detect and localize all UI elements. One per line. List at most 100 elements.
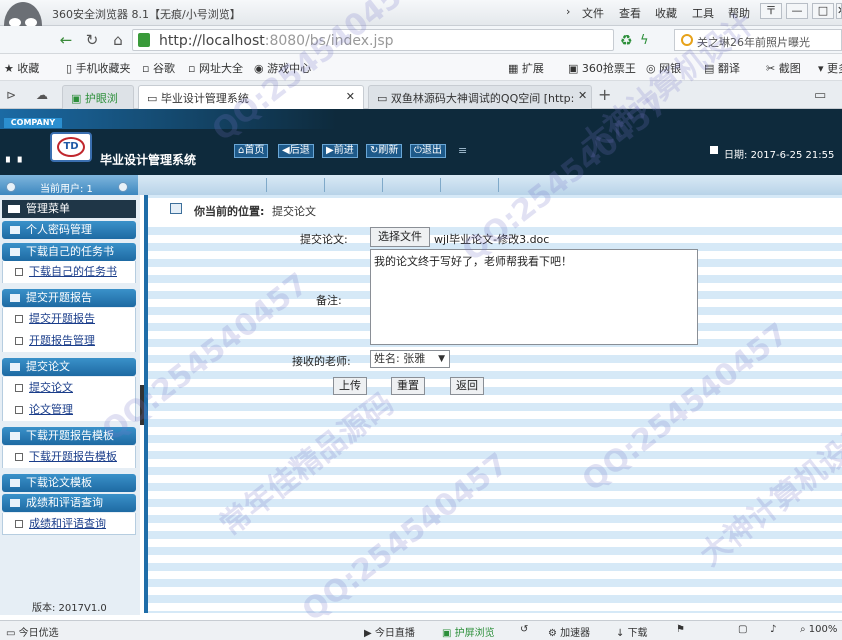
document-icon — [15, 453, 23, 461]
status-label: 今日直播 — [374, 628, 415, 639]
tab-eye-care[interactable]: ▣ 护眼浏览 — [62, 85, 134, 121]
status-label: 护屏浏览 — [454, 628, 495, 639]
logout-button[interactable]: ⏻退出 — [410, 144, 446, 158]
sidebar-item-proposal-manage[interactable]: 开题报告管理 — [2, 330, 136, 352]
search-input[interactable]: 关之琳26年前照片曝光 — [674, 29, 842, 51]
menu-file[interactable]: 文件 — [582, 5, 604, 21]
sidebar-item-download-task-book[interactable]: 下载自己的任务书 — [2, 261, 136, 283]
item-label: 提交论文 — [29, 381, 73, 394]
status-window-icon[interactable]: ▢ — [738, 624, 747, 635]
cloud-icon[interactable]: ☁ — [36, 88, 48, 102]
sidebar-item-download-proposal-template[interactable]: 下载开题报告模板 — [2, 446, 136, 468]
sidebar-group-password[interactable]: 个人密码管理 — [2, 221, 136, 239]
minimize-button[interactable]: — — [786, 3, 808, 19]
menu-tools[interactable]: 工具 — [692, 5, 714, 21]
bookmark-google[interactable]: ▫ 谷歌 — [142, 60, 175, 76]
item-label: 下载开题报告模板 — [29, 450, 117, 463]
bookmark-label: 手机收藏夹 — [75, 62, 131, 75]
sidebar-group-grades[interactable]: 成绩和评语查询 — [2, 494, 136, 512]
close-tab-icon[interactable]: ✕ — [346, 90, 355, 103]
chevron-right-icon[interactable]: › — [566, 5, 570, 18]
group-title: 下载开题报告模板 — [26, 429, 114, 442]
status-speaker-icon[interactable]: ♪ — [770, 624, 776, 635]
item-label: 提交开题报告 — [29, 312, 95, 325]
bookmark-favorites[interactable]: ★ 收藏 — [4, 60, 39, 76]
new-tab-button[interactable]: + — [598, 85, 611, 104]
status-eye-care[interactable]: ▣ 护屏浏览 — [442, 624, 495, 639]
back-arrow-icon[interactable]: ← — [56, 30, 76, 50]
toolbar-label: 网银 — [659, 62, 682, 75]
status-history-icon[interactable]: ↺ — [520, 624, 528, 635]
bookmark-mobile[interactable]: ▯ 手机收藏夹 — [66, 60, 131, 76]
upload-button[interactable]: 上传 — [333, 377, 367, 395]
toolbar-bank[interactable]: ◎ 网银 — [646, 60, 681, 76]
document-icon — [15, 268, 23, 276]
bars-icon: ▖▗ — [6, 152, 22, 163]
maximize-button[interactable]: □ — [812, 3, 834, 19]
group-title: 下载自己的任务书 — [26, 245, 114, 258]
menu-help[interactable]: 帮助 — [728, 5, 750, 21]
sidebar-item-submit-thesis[interactable]: 提交论文 — [2, 377, 136, 399]
bookmark-label: 谷歌 — [152, 62, 175, 75]
close-tab-icon[interactable]: ✕ — [578, 89, 587, 102]
reset-button[interactable]: 重置 — [391, 377, 425, 395]
system-title: 毕业设计管理系统 — [100, 153, 197, 167]
teacher-select[interactable]: 姓名: 张雅 ▼ — [370, 350, 450, 368]
url-input[interactable]: http://localhost:8080/bs/index.jsp — [132, 29, 614, 51]
sidebar-menu-title: 管理菜单 — [2, 200, 136, 218]
toolbar-label: 扩展 — [521, 62, 544, 75]
menu-favorites[interactable]: 收藏 — [655, 5, 677, 21]
toolbar-tickets[interactable]: ▣ 360抢票王 — [568, 60, 636, 76]
sidebar-group-proposal-template[interactable]: 下载开题报告模板 — [2, 427, 136, 445]
toolbar-label: 截图 — [778, 62, 801, 75]
sidebar-group-task-book[interactable]: 下载自己的任务书 — [2, 243, 136, 261]
back-button[interactable]: ◀后退 — [278, 144, 314, 158]
close-button[interactable]: ✕ — [836, 3, 842, 19]
logo-text: TD — [57, 137, 85, 157]
status-accelerator[interactable]: ⚙ 加速器 — [548, 624, 590, 639]
window-icon — [170, 203, 182, 214]
tab-qq-space[interactable]: ▭ 双鱼林源码大神调试的QQ空间 [http: — [368, 85, 592, 109]
page-icon: ▭ — [377, 92, 388, 105]
toolbar-screenshot[interactable]: ✂ 截图 — [766, 60, 801, 76]
toolbar-translate[interactable]: ▤ 翻译 — [704, 60, 740, 76]
document-icon — [15, 406, 23, 414]
file-label: 提交论文: — [300, 233, 348, 246]
lightning-icon[interactable]: ϟ — [640, 33, 649, 48]
toolbar-label: 更多 — [827, 62, 842, 75]
toolbar-extensions[interactable]: ▦ 扩展 — [508, 60, 544, 76]
home-button[interactable]: ⌂首页 — [234, 144, 269, 158]
skin-button[interactable]: 〒 — [760, 3, 782, 19]
sidebar-item-submit-proposal[interactable]: 提交开题报告 — [2, 308, 136, 330]
sidebar-group-thesis-template[interactable]: 下载论文模板 — [2, 474, 136, 492]
choose-file-button[interactable]: 选择文件 — [370, 227, 430, 247]
refresh-icon[interactable]: ↻ — [82, 30, 102, 50]
sidebar-toggle-icon[interactable]: ⊳ — [6, 88, 16, 102]
status-label: 加速器 — [560, 628, 591, 639]
nav-label: 前进 — [333, 145, 354, 156]
bookmark-directory[interactable]: ▫ 网址大全 — [188, 60, 243, 76]
home-icon[interactable]: ⌂ — [108, 30, 128, 50]
refresh-button[interactable]: ↻刷新 — [366, 144, 403, 158]
sidebar-group-proposal[interactable]: 提交开题报告 — [2, 289, 136, 307]
forward-button[interactable]: ▶前进 — [322, 144, 358, 158]
tab-list-icon[interactable]: ▭ — [814, 88, 826, 103]
tab-graduation-system[interactable]: ▭ 毕业设计管理系统 ✕ — [138, 85, 364, 109]
status-live[interactable]: ▶ 今日直播 — [364, 624, 415, 639]
sidebar-group-thesis[interactable]: 提交论文 — [2, 358, 136, 376]
status-download[interactable]: ↓ 下载 — [616, 624, 648, 639]
current-user: 当前用户: 1 — [40, 184, 93, 195]
date-value: 2017-6-25 21:55 — [750, 150, 835, 161]
status-zoom[interactable]: ⌕ 100% — [800, 624, 837, 635]
toolbar-more[interactable]: ▾ 更多 — [818, 60, 842, 76]
item-label: 下载自己的任务书 — [29, 265, 117, 278]
return-button[interactable]: 返回 — [450, 377, 484, 395]
sidebar-item-grades-query[interactable]: 成绩和评语查询 — [2, 513, 136, 535]
note-textarea[interactable]: 我的论文终于写好了，老师帮我看下吧！ — [370, 249, 698, 345]
status-flag-icon[interactable]: ⚑ — [676, 624, 685, 635]
menu-view[interactable]: 查看 — [619, 5, 641, 21]
status-recommend[interactable]: ▭ 今日优选 — [6, 624, 59, 639]
sidebar-item-thesis-manage[interactable]: 论文管理 — [2, 399, 136, 421]
bookmark-games[interactable]: ◉ 游戏中心 — [254, 60, 311, 76]
recycle-icon[interactable]: ♻ — [620, 33, 633, 49]
